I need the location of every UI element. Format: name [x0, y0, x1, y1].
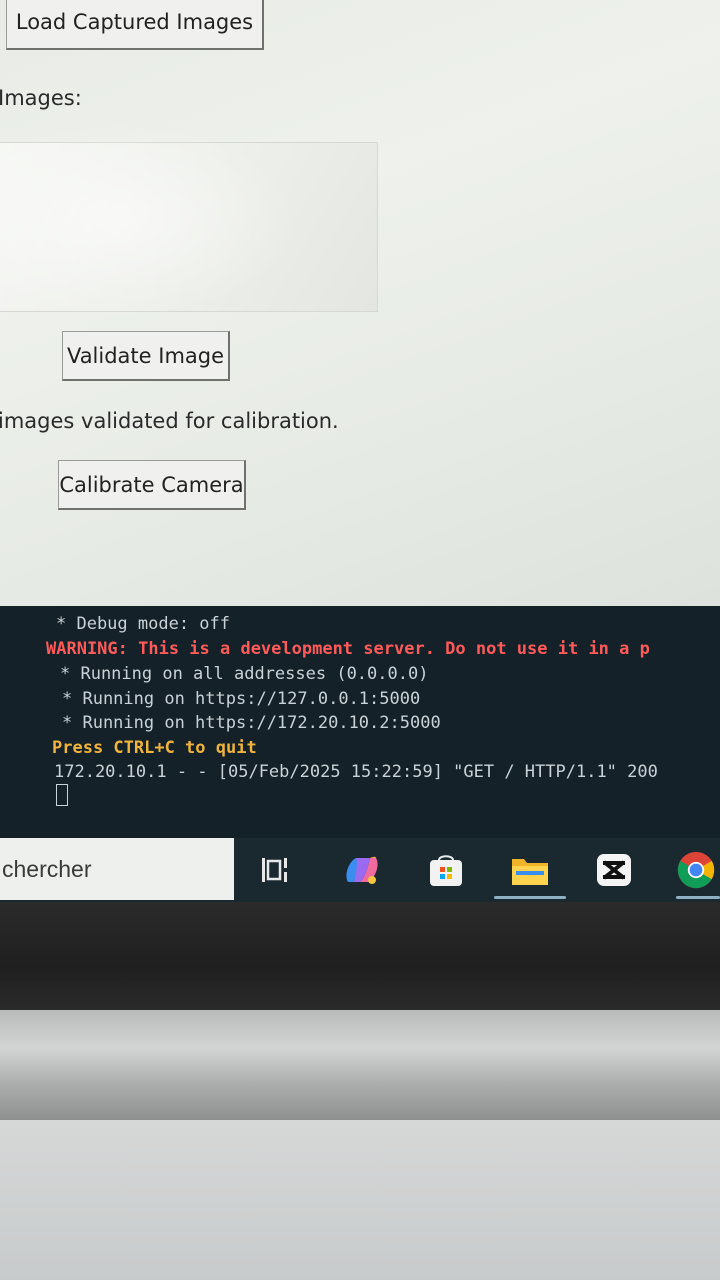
store-icon[interactable]: [426, 850, 466, 890]
images-preview-box: [0, 142, 378, 312]
taskbar-search-box[interactable]: chercher: [0, 838, 234, 900]
taskbar-search-text: chercher: [2, 855, 92, 882]
laptop-bezel: [0, 902, 720, 1010]
laptop-base: [0, 1120, 720, 1280]
terminal-line: * Debug mode: off: [56, 614, 230, 634]
terminal-line: * Running on https://127.0.0.1:5000: [62, 689, 421, 709]
terminal-request-log-line: 172.20.10.1 - - [05/Feb/2025 15:22:59] "…: [54, 762, 658, 782]
terminal-warning-line: WARNING: This is a development server. D…: [46, 639, 650, 659]
terminal-quit-line: Press CTRL+C to quit: [52, 738, 257, 758]
calibration-app-window: Load Captured Images Images: Validate Im…: [0, 0, 720, 606]
laptop-hinge: [0, 1010, 720, 1120]
terminal-window[interactable]: * Debug mode: off WARNING: This is a dev…: [0, 606, 720, 838]
file-explorer-active-indicator: [494, 896, 566, 899]
capcut-icon[interactable]: [594, 850, 634, 890]
calibrate-camera-button[interactable]: Calibrate Camera: [58, 460, 246, 510]
chrome-icon[interactable]: [676, 850, 716, 890]
file-explorer-icon[interactable]: [510, 850, 550, 890]
terminal-line: * Running on all addresses (0.0.0.0): [60, 664, 429, 684]
load-captured-images-button[interactable]: Load Captured Images: [6, 0, 264, 50]
validation-status-text: images validated for calibration.: [0, 409, 339, 433]
images-label: Images:: [0, 86, 82, 110]
taskbar: chercher: [0, 838, 720, 902]
validate-image-button[interactable]: Validate Image: [62, 331, 230, 381]
terminal-line: * Running on https://172.20.10.2:5000: [62, 713, 441, 733]
chrome-active-indicator: [676, 896, 720, 899]
task-view-icon[interactable]: [256, 850, 296, 890]
copilot-icon[interactable]: [342, 850, 382, 890]
terminal-cursor: [56, 784, 68, 806]
